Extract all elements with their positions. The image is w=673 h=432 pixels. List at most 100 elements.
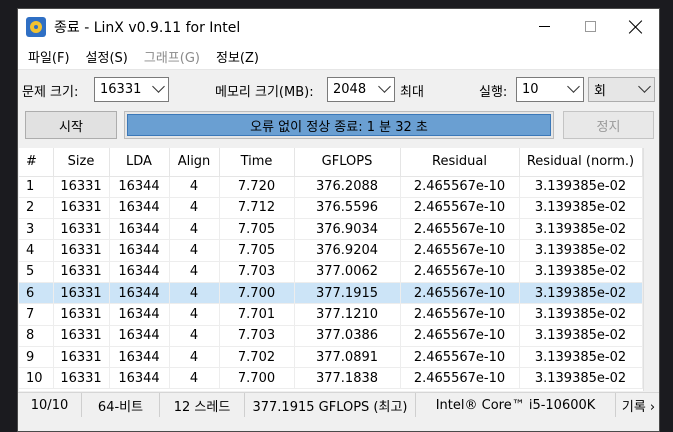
cell-col-lda: 16344 <box>109 367 170 390</box>
header-col-lda[interactable]: LDA <box>109 148 170 177</box>
cell-col-time: 7.712 <box>219 197 295 220</box>
header-col-residual-norm[interactable]: Residual (norm.) <box>519 148 643 177</box>
minimize-button[interactable] <box>521 9 567 44</box>
cell-col-size: 16331 <box>53 346 110 369</box>
table-row[interactable]: 5 16331 16344 4 7.703 377.0062 2.465567e-10 3.1… <box>19 261 643 283</box>
cell-col-time: 7.705 <box>219 218 295 241</box>
progress-status-text: 오류 없이 정상 종료: 1 분 32 초 <box>250 119 428 135</box>
cell-col-time: 7.701 <box>219 303 295 326</box>
cell-col-size: 16331 <box>53 303 110 326</box>
cell-col-index: 10 <box>19 367 54 390</box>
cell-col-gflops: 376.9034 <box>294 218 401 241</box>
cell-col-lda: 16344 <box>109 346 170 369</box>
header-col-residual[interactable]: Residual <box>400 148 520 177</box>
table-row[interactable]: 7 16331 16344 4 7.701 377.1210 2.465567e-10 3.1… <box>19 303 643 326</box>
cell-col-lda: 16344 <box>109 218 170 241</box>
cell-col-size: 16331 <box>53 261 110 283</box>
status-bits: 64-비트 <box>82 393 160 417</box>
table-body: 1 16331 16344 4 7.720 376.2088 2.465567e-10 3.1… <box>19 176 643 390</box>
cell-col-residual-norm: 3.139385e-02 <box>519 367 643 390</box>
run-unit-combo[interactable]: 회 <box>588 77 655 102</box>
menu-bar: 파일(F) 설정(S) 그래프(G) 정보(Z) <box>18 44 659 70</box>
cell-col-time: 7.705 <box>219 239 295 262</box>
table-row[interactable]: 6 16331 16344 4 7.700 377.1915 2.465567e-10 3.1… <box>19 282 643 305</box>
memory-combo[interactable]: 2048 <box>327 77 395 102</box>
status-log[interactable]: 기록 › <box>616 393 659 417</box>
title-bar[interactable]: 종료 - LinX v0.9.11 for Intel <box>18 9 659 44</box>
header-col-gflops[interactable]: GFLOPS <box>294 148 401 177</box>
chevron-down-icon <box>378 80 391 93</box>
cell-col-gflops: 377.0891 <box>294 346 401 369</box>
chevron-down-icon <box>152 80 165 93</box>
cell-col-time: 7.720 <box>219 176 295 198</box>
cell-col-align: 4 <box>169 346 220 369</box>
cell-col-time: 7.702 <box>219 346 295 369</box>
table-row[interactable]: 1 16331 16344 4 7.720 376.2088 2.465567e-10 3.1… <box>19 176 643 198</box>
problem-size-label: 문제 크기: <box>22 85 79 100</box>
run-unit-value: 회 <box>594 84 606 99</box>
cell-col-residual-norm: 3.139385e-02 <box>519 325 643 347</box>
cell-col-gflops: 376.2088 <box>294 176 401 198</box>
cell-col-residual: 2.465567e-10 <box>400 367 520 390</box>
cell-col-align: 4 <box>169 261 220 283</box>
cell-col-time: 7.703 <box>219 261 295 283</box>
linx-app-icon <box>26 16 46 37</box>
menu-settings[interactable]: 설정(S) <box>78 47 136 66</box>
cell-col-index: 5 <box>19 261 54 283</box>
header-col-index[interactable]: # <box>19 148 54 177</box>
memory-label: 메모리 크기(MB): <box>215 85 314 100</box>
cell-col-residual-norm: 3.139385e-02 <box>519 282 643 305</box>
cell-col-time: 7.700 <box>219 282 295 305</box>
menu-info[interactable]: 정보(Z) <box>208 47 267 66</box>
max-checkbox-label[interactable]: 최대 <box>400 81 424 100</box>
cell-col-gflops: 377.0386 <box>294 325 401 347</box>
cell-col-size: 16331 <box>53 218 110 241</box>
chevron-down-icon <box>638 80 651 93</box>
header-col-size[interactable]: Size <box>53 148 110 177</box>
menu-graph[interactable]: 그래프(G) <box>136 47 208 66</box>
results-table-area: # Size LDA Align Time GFLOPS Residual Residual … <box>19 148 659 391</box>
header-col-time[interactable]: Time <box>219 148 295 177</box>
cell-col-residual-norm: 3.139385e-02 <box>519 197 643 220</box>
header-col-align[interactable]: Align <box>169 148 220 177</box>
cell-col-gflops: 377.1915 <box>294 282 401 305</box>
linx-window: 종료 - LinX v0.9.11 for Intel 파일(F) 설정(S) … <box>17 8 660 432</box>
vertical-scrollbar[interactable] <box>643 148 659 391</box>
cell-col-residual: 2.465567e-10 <box>400 176 520 198</box>
stop-button[interactable]: 정지 <box>563 111 654 139</box>
table-header-row: # Size LDA Align Time GFLOPS Residual Residual … <box>19 148 643 177</box>
maximize-button[interactable] <box>567 9 613 44</box>
cell-col-size: 16331 <box>53 239 110 262</box>
table-row[interactable]: 2 16331 16344 4 7.712 376.5596 2.465567e-10 3.1… <box>19 197 643 220</box>
cell-col-time: 7.703 <box>219 325 295 347</box>
cell-col-index: 2 <box>19 197 54 220</box>
start-button[interactable]: 시작 <box>25 111 117 139</box>
window-title: 종료 - LinX v0.9.11 for Intel <box>54 19 241 36</box>
run-count-value: 10 <box>522 82 539 97</box>
cell-col-gflops: 377.1838 <box>294 367 401 390</box>
cell-col-size: 16331 <box>53 325 110 347</box>
problem-size-combo[interactable]: 16331 <box>94 77 169 102</box>
close-button[interactable] <box>613 9 659 44</box>
cell-col-index: 6 <box>19 282 54 305</box>
cell-col-residual-norm: 3.139385e-02 <box>519 261 643 283</box>
cell-col-residual-norm: 3.139385e-02 <box>519 218 643 241</box>
cell-col-residual-norm: 3.139385e-02 <box>519 303 643 326</box>
cell-col-index: 8 <box>19 325 54 347</box>
cell-col-align: 4 <box>169 197 220 220</box>
cell-col-align: 4 <box>169 176 220 198</box>
cell-col-size: 16331 <box>53 282 110 305</box>
table-row[interactable]: 9 16331 16344 4 7.702 377.0891 2.465567e-10 3.1… <box>19 346 643 369</box>
table-row[interactable]: 8 16331 16344 4 7.703 377.0386 2.465567e-10 3.1… <box>19 325 643 347</box>
cell-col-residual: 2.465567e-10 <box>400 239 520 262</box>
cell-col-residual-norm: 3.139385e-02 <box>519 239 643 262</box>
cell-col-residual: 2.465567e-10 <box>400 218 520 241</box>
menu-file[interactable]: 파일(F) <box>20 47 78 66</box>
cell-col-align: 4 <box>169 303 220 326</box>
cell-col-size: 16331 <box>53 197 110 220</box>
table-row[interactable]: 3 16331 16344 4 7.705 376.9034 2.465567e-10 3.1… <box>19 218 643 241</box>
table-row[interactable]: 10 16331 16344 4 7.700 377.1838 2.465567e-10 3.… <box>19 367 643 390</box>
run-count-combo[interactable]: 10 <box>516 77 584 102</box>
table-row[interactable]: 4 16331 16344 4 7.705 376.9204 2.465567e-10 3.1… <box>19 239 643 262</box>
action-row: 시작 오류 없이 정상 종료: 1 분 32 초 정지 <box>18 109 659 141</box>
